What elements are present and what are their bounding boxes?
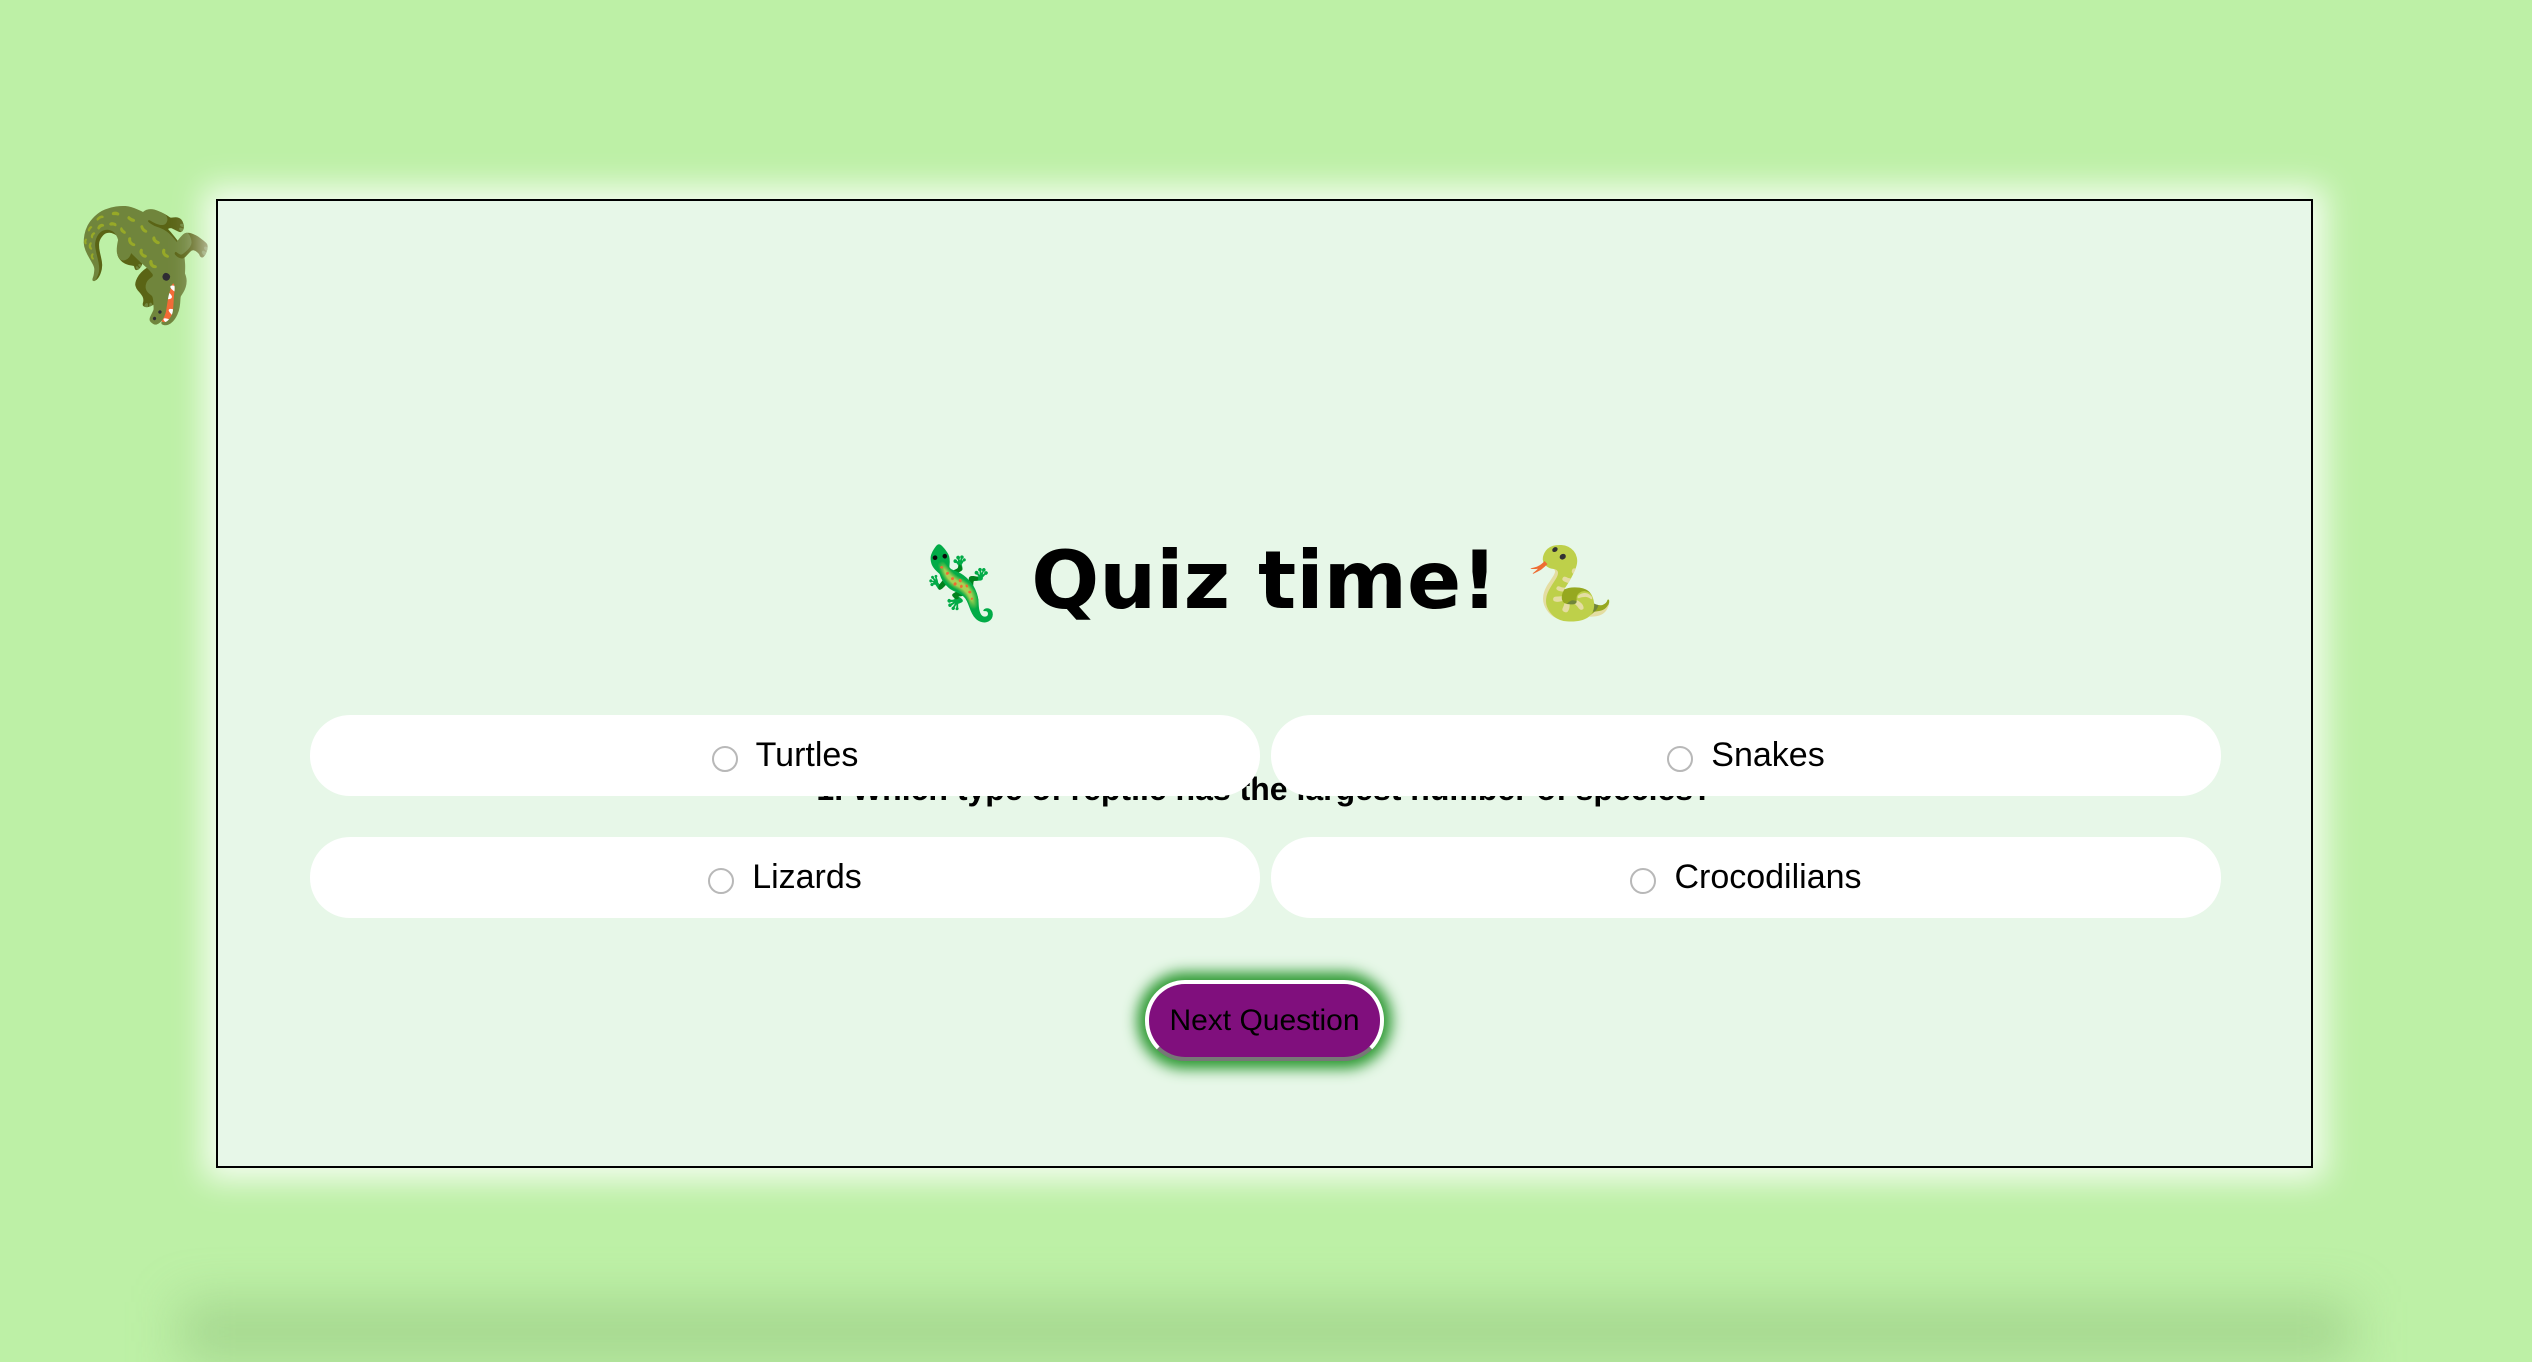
option-snakes[interactable]: Snakes <box>1271 715 2221 796</box>
quiz-title: 🦎 Quiz time! 🐍 <box>218 541 2311 621</box>
next-question-button[interactable]: Next Question <box>1145 980 1384 1061</box>
quiz-title-text: Quiz time! <box>1031 534 1498 627</box>
option-lizards[interactable]: Lizards <box>310 837 1260 918</box>
snake-icon: 🐍 <box>1525 541 1616 625</box>
option-label: Snakes <box>1711 736 1825 774</box>
option-turtles[interactable]: Turtles <box>310 715 1260 796</box>
radio-button[interactable] <box>1630 867 1657 894</box>
option-label: Turtles <box>755 736 859 774</box>
crocodile-icon: 🐊 <box>52 164 231 348</box>
lizard-icon: 🦎 <box>913 541 1004 625</box>
option-crocodilians[interactable]: Crocodilians <box>1271 837 2221 918</box>
radio-button[interactable] <box>711 745 738 772</box>
radio-button[interactable] <box>1667 745 1694 772</box>
page-bottom-shadow <box>180 1302 2352 1362</box>
radio-button[interactable] <box>708 867 735 894</box>
option-label: Crocodilians <box>1674 858 1862 896</box>
option-label: Lizards <box>752 858 862 896</box>
